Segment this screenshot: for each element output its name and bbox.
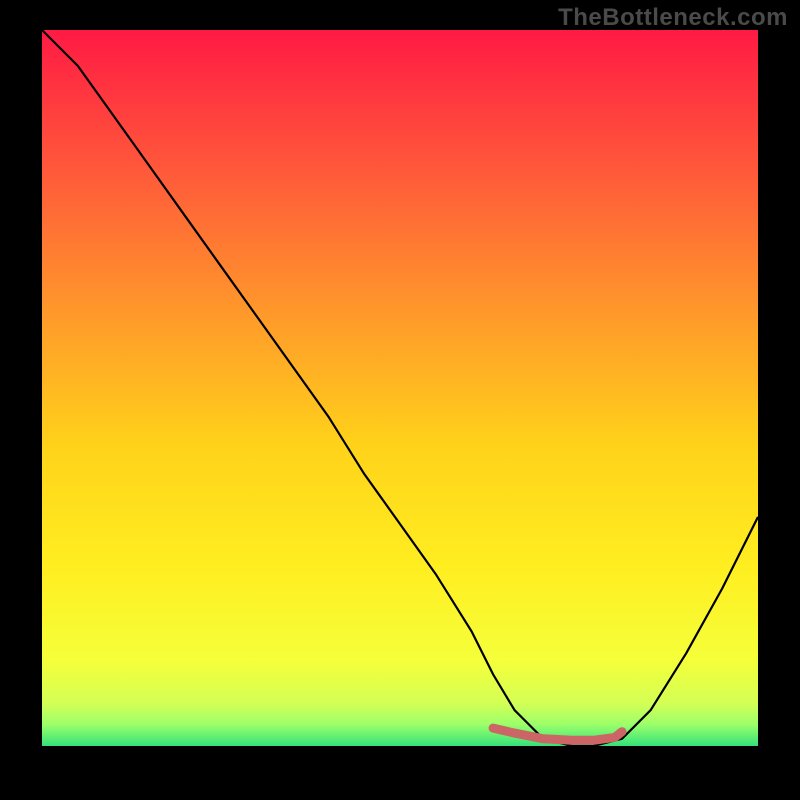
chart-frame: TheBottleneck.com: [0, 0, 800, 800]
plot-area: [42, 30, 758, 746]
chart-svg: [42, 30, 758, 746]
gradient-background: [42, 30, 758, 746]
watermark-label: TheBottleneck.com: [558, 4, 788, 32]
